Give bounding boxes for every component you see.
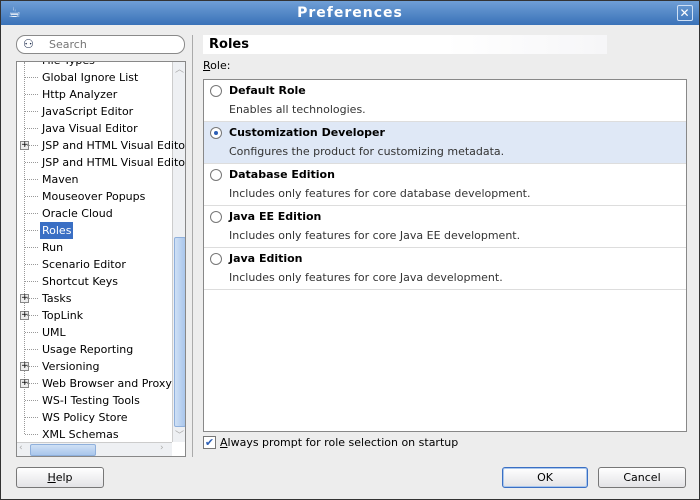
- page-title: Roles: [203, 35, 607, 54]
- tree-item-label: XML Schemas: [42, 428, 119, 441]
- role-description: Configures the product for customizing m…: [229, 145, 505, 158]
- tree-connector: [25, 145, 38, 146]
- tree-item-label: Maven: [42, 173, 79, 186]
- role-option[interactable]: Default Role Enables all technologies.: [204, 80, 686, 122]
- role-name: Default Role: [229, 84, 306, 97]
- tree-item-label: JavaScript Editor: [42, 105, 134, 118]
- tree-item-label: UML: [42, 326, 66, 339]
- tree-connector: [25, 332, 38, 333]
- tree-connector: [25, 298, 38, 299]
- tree-connector: [25, 366, 38, 367]
- tree-connector: [25, 213, 38, 214]
- tree-item-label: WS Policy Store: [42, 411, 128, 424]
- role-description: Includes only features for core Java dev…: [229, 271, 503, 284]
- role-name: Java Edition: [229, 252, 303, 265]
- tree-connector: [25, 264, 38, 265]
- role-label: Role:: [203, 59, 231, 72]
- close-button[interactable]: ✕: [677, 5, 693, 21]
- tree-item-label: Global Ignore List: [42, 71, 139, 84]
- tree-item-label: JSP and HTML Visual Edito: [42, 156, 186, 169]
- role-radio[interactable]: [210, 127, 222, 139]
- tree-item-label: Usage Reporting: [42, 343, 134, 356]
- preferences-tree: ︿ ﹀ ‹ › File Types Global Ignore List Http…: [16, 61, 186, 457]
- vertical-scrollbar[interactable]: ︿ ﹀: [172, 62, 185, 442]
- scroll-up-arrow-icon[interactable]: ︿: [175, 62, 184, 75]
- scroll-left-arrow-icon[interactable]: ‹: [19, 443, 23, 453]
- role-option[interactable]: Customization Developer Configures the pr…: [204, 122, 686, 164]
- always-prompt-checkbox[interactable]: ✔: [203, 436, 216, 449]
- role-description: Includes only features for core Java EE …: [229, 229, 521, 242]
- tree-connector: [25, 111, 38, 112]
- tree-connector: [25, 162, 38, 163]
- tree-connector: [25, 383, 38, 384]
- vertical-scroll-thumb[interactable]: [174, 237, 185, 427]
- tree-item-label: Web Browser and Proxy: [42, 377, 172, 390]
- tree-item-label: TopLink: [42, 309, 84, 322]
- tree-connector: [25, 434, 38, 435]
- horizontal-scrollbar[interactable]: ‹ ›: [17, 442, 172, 456]
- tree-item-label: Shortcut Keys: [42, 275, 119, 288]
- title-bar: ☕ Preferences ✕: [1, 1, 699, 25]
- search-input[interactable]: [49, 38, 179, 51]
- tree-connector: [25, 400, 38, 401]
- scroll-right-arrow-icon[interactable]: ›: [160, 443, 164, 453]
- split-divider[interactable]: [192, 35, 193, 457]
- roles-list: Default Role Enables all technologies. Cus…: [203, 79, 687, 432]
- tree-connector: [25, 196, 38, 197]
- role-option[interactable]: Database Edition Includes only features f…: [204, 164, 686, 206]
- scroll-down-arrow-icon[interactable]: ﹀: [175, 428, 184, 441]
- help-button[interactable]: Help: [16, 467, 104, 488]
- tree-item-label: Versioning: [42, 360, 100, 373]
- tree-connector: [25, 230, 38, 231]
- tree-item-label: JSP and HTML Visual Edito: [42, 139, 186, 152]
- role-name: Database Edition: [229, 168, 335, 181]
- tree-item-label: Tasks: [42, 292, 72, 305]
- role-radio[interactable]: [210, 169, 222, 181]
- tree-item-label: File Types: [40, 62, 97, 69]
- tree-item-label: Roles: [40, 222, 74, 239]
- tree-item-label: Oracle Cloud: [42, 207, 113, 220]
- role-radio[interactable]: [210, 253, 222, 265]
- tree-item-label: Java Visual Editor: [42, 122, 138, 135]
- role-option[interactable]: Java EE Edition Includes only features fo…: [204, 206, 686, 248]
- tree-connector: [25, 417, 38, 418]
- tree-item-label: Scenario Editor: [42, 258, 126, 271]
- role-name: Java EE Edition: [229, 210, 322, 223]
- ok-button[interactable]: OK: [502, 467, 588, 488]
- role-radio[interactable]: [210, 85, 222, 97]
- cancel-button[interactable]: Cancel: [598, 467, 686, 488]
- role-option[interactable]: Java Edition Includes only features for c…: [204, 248, 686, 290]
- tree-connector: [25, 179, 38, 180]
- always-prompt-label[interactable]: Always prompt for role selection on star…: [220, 436, 458, 449]
- tree-item-label: Run: [42, 241, 64, 254]
- role-description: Includes only features for core database…: [229, 187, 531, 200]
- tree-connector: [25, 77, 38, 78]
- preferences-dialog: ☕ Preferences ✕ ⚇ ︿ ﹀ ‹ › File Types Glob…: [0, 0, 700, 500]
- horizontal-scroll-thumb[interactable]: [30, 444, 96, 456]
- tree-connector: [25, 247, 38, 248]
- role-description: Enables all technologies.: [229, 103, 366, 116]
- tree-item-label: Http Analyzer: [42, 88, 118, 101]
- tree-item-label: Mouseover Popups: [42, 190, 146, 203]
- role-name: Customization Developer: [229, 126, 385, 139]
- binoculars-icon: ⚇: [23, 37, 34, 51]
- tree-item-label: WS-I Testing Tools: [42, 394, 140, 407]
- coffee-cup-icon: ☕: [8, 5, 22, 21]
- window-title: Preferences: [297, 5, 403, 21]
- tree-connector: [25, 281, 38, 282]
- tree-connector: [25, 349, 38, 350]
- tree-connector: [25, 315, 38, 316]
- tree-connector: [25, 94, 38, 95]
- search-field[interactable]: ⚇: [16, 35, 185, 54]
- role-radio[interactable]: [210, 211, 222, 223]
- tree-connector: [25, 128, 38, 129]
